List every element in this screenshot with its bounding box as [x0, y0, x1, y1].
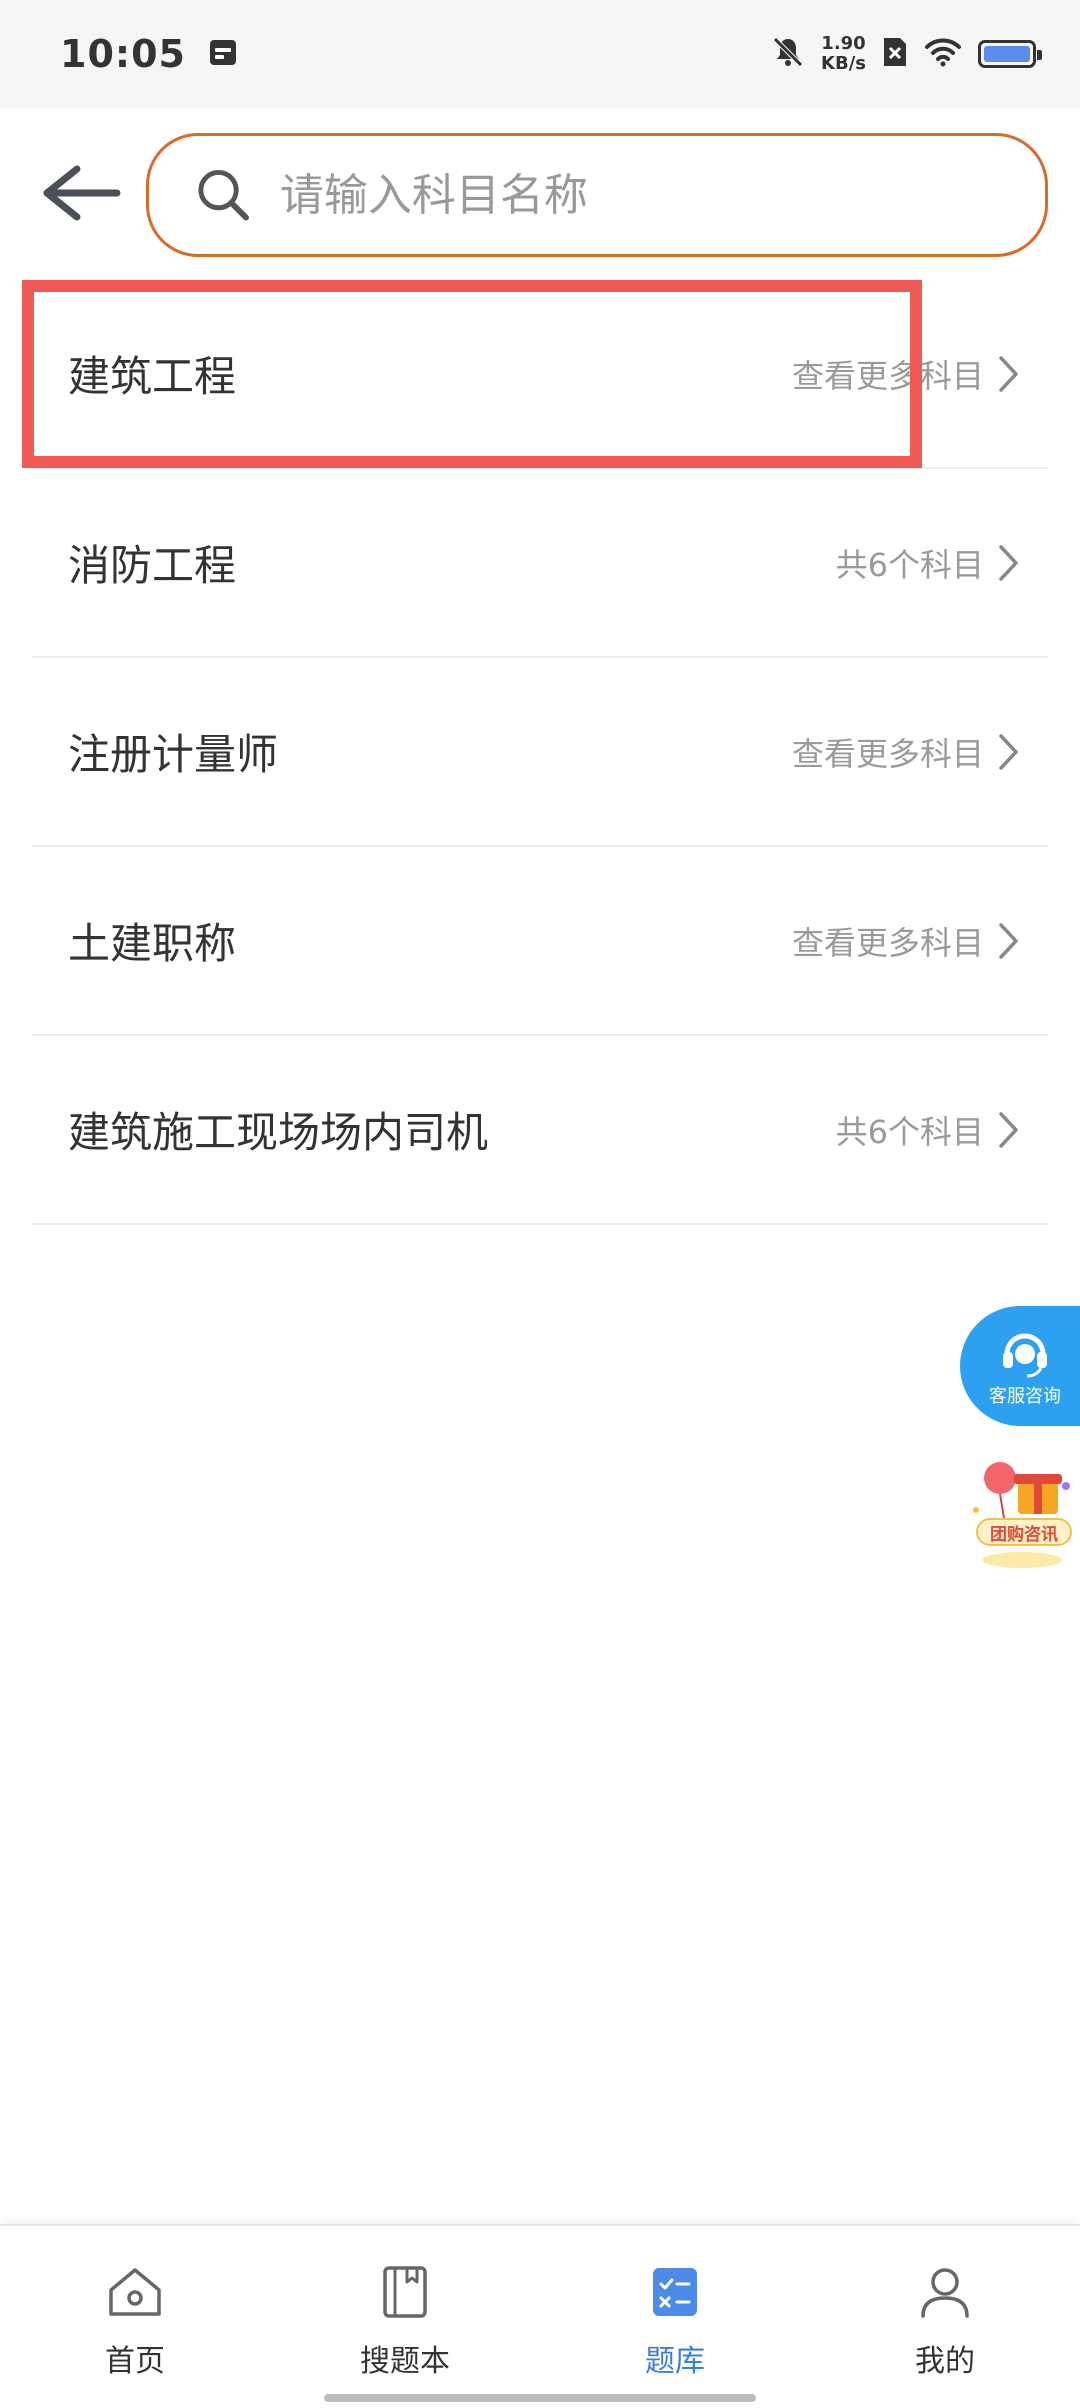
net-speed-unit: KB/s — [821, 53, 866, 74]
search-input[interactable] — [279, 169, 1045, 221]
list-item-hint: 查看更多科目 — [791, 734, 984, 773]
tab-search-book[interactable]: 搜题本 — [270, 2226, 540, 2408]
list-item-hint: 查看更多科目 — [791, 923, 984, 962]
gift-balloon-icon — [973, 1462, 1070, 1568]
bookmark-book-icon — [383, 2266, 427, 2318]
list-item[interactable]: 土建职称 查看更多科目 — [32, 847, 1048, 1036]
list-item-title: 建筑施工现场场内司机 — [68, 1108, 489, 1157]
bottom-tab-bar: 首页 搜题本 题库 我的 — [0, 2224, 1080, 2408]
sim-blocked-icon — [882, 36, 908, 72]
question-bank-icon — [653, 2268, 697, 2316]
list-item[interactable]: 建筑施工现场场内司机 共6个科目 — [32, 1036, 1048, 1225]
home-indicator[interactable] — [324, 2394, 756, 2402]
search-icon — [198, 169, 249, 221]
list-item[interactable]: 注册计量师 查看更多科目 — [32, 658, 1048, 847]
list-item-hint: 共6个科目 — [835, 545, 984, 584]
mute-bell-icon — [771, 35, 805, 73]
subject-list: 建筑工程 查看更多科目 消防工程 共6个科目 注册计量师 查看更多科目 土建职称… — [0, 280, 1080, 1225]
customer-service-label: 客服咨询 — [989, 1386, 1061, 1407]
tab-home[interactable]: 首页 — [0, 2226, 270, 2408]
net-speed-value: 1.90 — [821, 33, 866, 54]
tab-profile[interactable]: 我的 — [810, 2226, 1080, 2408]
group-buy-label: 团购咨讯 — [976, 1518, 1072, 1546]
battery-fill — [984, 46, 1030, 62]
customer-service-button[interactable]: 客服咨询 — [960, 1306, 1080, 1426]
list-item-hint: 共6个科目 — [835, 1112, 984, 1151]
calendar-icon — [208, 37, 238, 71]
home-icon — [109, 2268, 161, 2316]
chevron-right-icon — [999, 544, 1018, 581]
chevron-right-icon — [999, 733, 1018, 770]
profile-icon — [921, 2268, 969, 2318]
status-bar: 10:05 1.90 KB/s — [0, 0, 1080, 108]
list-item[interactable]: 消防工程 共6个科目 — [32, 469, 1048, 658]
group-buy-button[interactable]: 团购咨讯 — [962, 1452, 1080, 1572]
wifi-icon — [924, 37, 962, 71]
list-item[interactable]: 建筑工程 查看更多科目 — [32, 280, 1048, 469]
back-button[interactable] — [14, 128, 144, 258]
chevron-right-icon — [999, 355, 1018, 392]
list-item-title: 消防工程 — [68, 541, 237, 590]
tab-label: 首页 — [105, 2344, 165, 2379]
list-item-title: 建筑工程 — [68, 352, 237, 401]
headset-icon — [1003, 1333, 1047, 1378]
net-speed: 1.90 KB/s — [821, 34, 866, 74]
chevron-right-icon — [999, 1111, 1018, 1148]
status-time: 10:05 — [60, 32, 186, 76]
list-item-title: 注册计量师 — [68, 730, 279, 779]
tab-question-bank[interactable]: 题库 — [540, 2226, 810, 2408]
list-item-hint: 查看更多科目 — [791, 356, 984, 395]
tab-label: 题库 — [645, 2344, 705, 2379]
header — [0, 108, 1080, 278]
chevron-right-icon — [999, 922, 1018, 959]
tab-label: 我的 — [915, 2344, 975, 2379]
tab-label: 搜题本 — [360, 2344, 450, 2379]
arrow-left-icon — [43, 165, 121, 221]
search-box[interactable] — [146, 133, 1048, 257]
battery-icon — [978, 40, 1042, 68]
list-item-title: 土建职称 — [68, 919, 237, 968]
